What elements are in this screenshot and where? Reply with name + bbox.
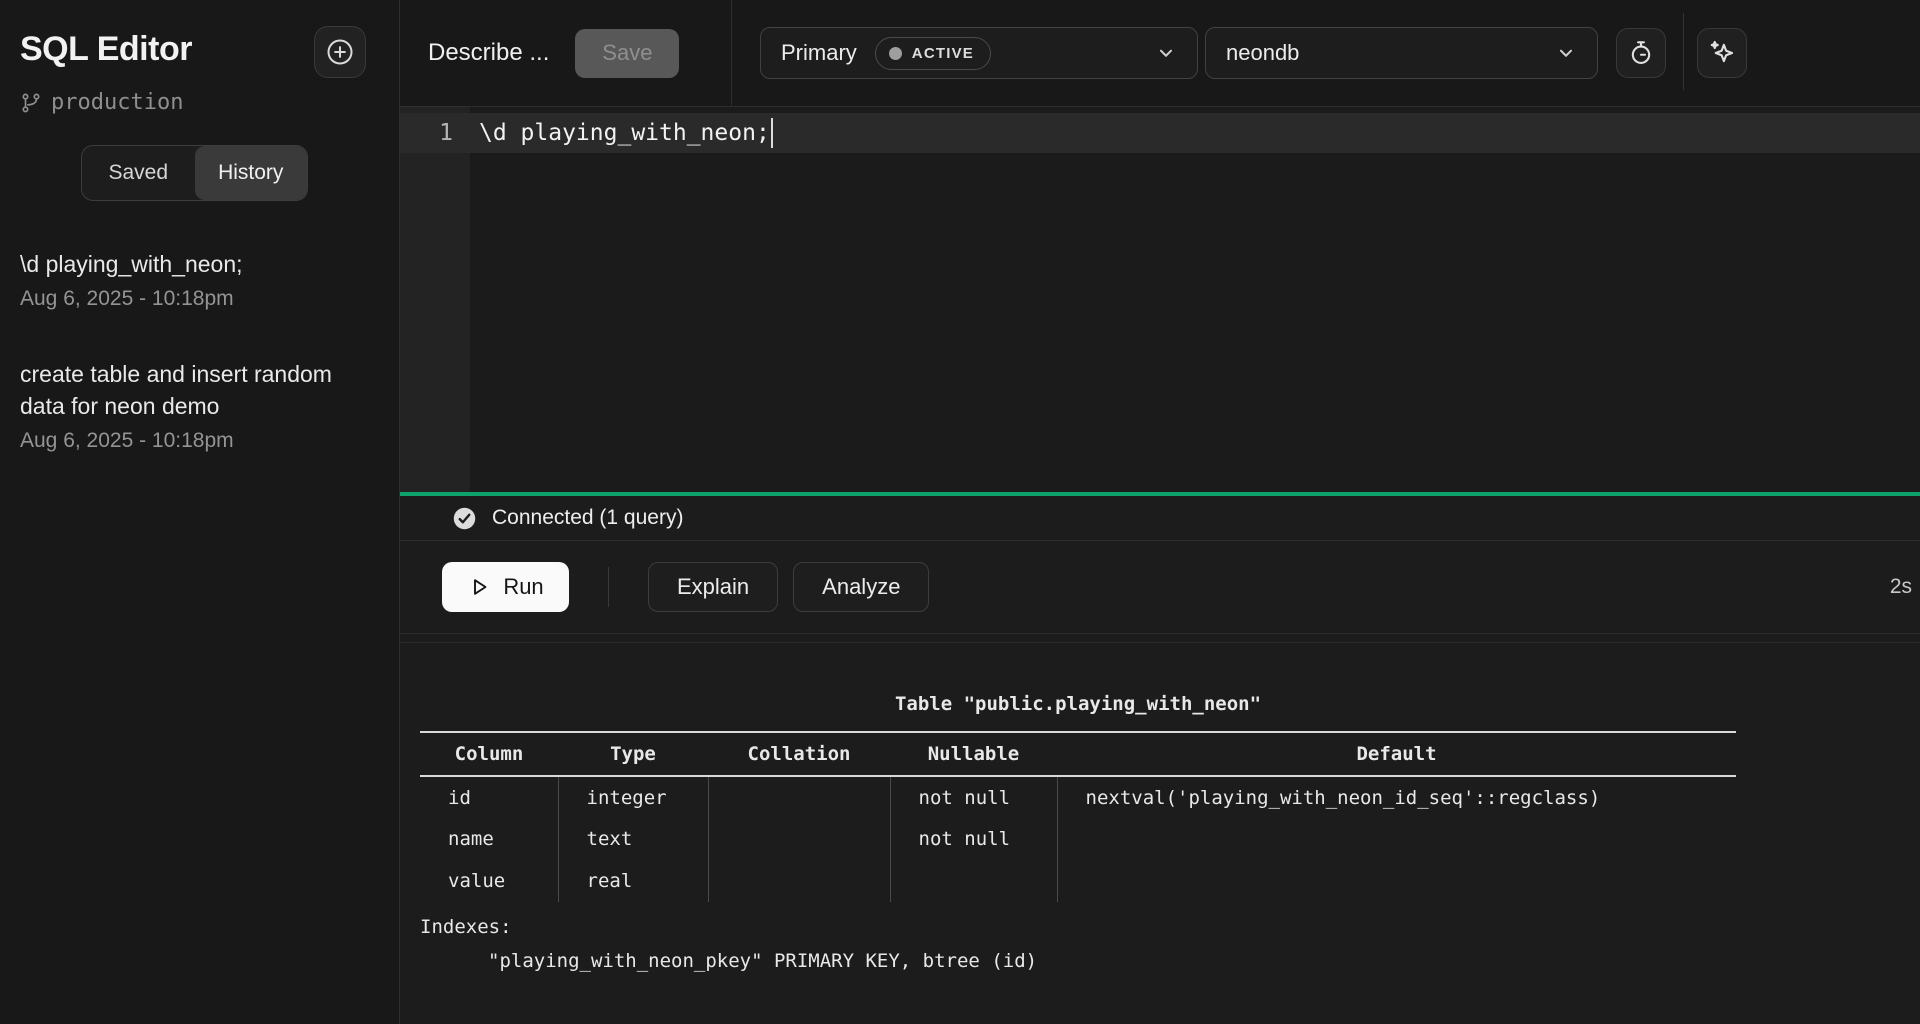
psql-output: Table "public.playing_with_neon" Column … — [420, 693, 1736, 972]
topbar-divider — [731, 0, 732, 106]
status-badge-label: ACTIVE — [912, 45, 974, 62]
column-header: Collation — [708, 732, 890, 776]
history-item-timestamp: Aug 6, 2025 - 10:18pm — [20, 429, 379, 453]
results-divider — [400, 634, 1920, 643]
branch-selector-value: Primary — [781, 40, 857, 66]
result-cell: integer — [558, 776, 708, 818]
database-selector-value: neondb — [1226, 40, 1299, 66]
query-timer-button[interactable] — [1616, 28, 1666, 78]
ai-assist-button[interactable] — [1697, 28, 1747, 78]
plus-circle-icon — [325, 37, 355, 67]
result-cell: text — [558, 818, 708, 860]
history-item-title: \d playing_with_neon; — [20, 248, 379, 281]
table-row: value real — [420, 860, 1736, 902]
result-cell: nextval('playing_with_neon_id_seq'::regc… — [1057, 776, 1736, 818]
column-header: Column — [420, 732, 558, 776]
result-cell — [708, 860, 890, 902]
play-icon — [467, 575, 491, 599]
editor-active-line[interactable]: 1 \d playing_with_neon; — [400, 113, 1920, 153]
column-header: Type — [558, 732, 708, 776]
result-cell — [1057, 860, 1736, 902]
text-cursor — [771, 118, 773, 148]
analyze-button[interactable]: Analyze — [793, 562, 929, 612]
saved-history-tabs: Saved History — [81, 145, 308, 201]
code-editor[interactable]: 1 \d playing_with_neon; — [400, 107, 1920, 492]
run-button[interactable]: Run — [442, 562, 569, 612]
result-cell: not null — [890, 818, 1057, 860]
toolbar-divider — [608, 567, 609, 607]
history-item-timestamp: Aug 6, 2025 - 10:18pm — [20, 287, 379, 311]
chevron-down-icon — [1555, 42, 1577, 64]
connection-statusbar: Connected (1 query) — [400, 496, 1920, 541]
column-header: Default — [1057, 732, 1736, 776]
database-selector[interactable]: neondb — [1205, 27, 1598, 79]
line-number: 1 — [400, 120, 470, 146]
main-panel: Describe ... Save Primary ACTIVE neondb — [400, 0, 1920, 1024]
branch-indicator: production — [0, 78, 399, 115]
sparkle-icon — [1707, 38, 1737, 68]
result-cell — [1057, 818, 1736, 860]
result-table: Column Type Collation Nullable Default i… — [420, 731, 1736, 902]
sql-editor-app: SQL Editor produc — [0, 0, 1920, 1024]
connection-status-text: Connected (1 query) — [492, 506, 683, 530]
code-text: \d playing_with_neon; — [470, 120, 770, 146]
result-header-row: Column Type Collation Nullable Default — [420, 732, 1736, 776]
branch-selector[interactable]: Primary ACTIVE — [760, 27, 1198, 79]
git-branch-icon — [20, 92, 42, 114]
chevron-down-icon — [1155, 42, 1177, 64]
run-button-label: Run — [503, 574, 543, 600]
indexes-label: Indexes: — [420, 916, 1736, 938]
table-row: name text not null — [420, 818, 1736, 860]
result-cell — [708, 818, 890, 860]
result-cell: name — [420, 818, 558, 860]
table-row: id integer not null nextval('playing_wit… — [420, 776, 1736, 818]
check-circle-icon — [452, 506, 477, 531]
result-cell — [890, 860, 1057, 902]
results-panel: Table "public.playing_with_neon" Column … — [400, 643, 1920, 1024]
topbar-right-divider — [1683, 13, 1684, 90]
sidebar-header: SQL Editor — [0, 0, 399, 78]
result-cell: id — [420, 776, 558, 818]
tab-saved[interactable]: Saved — [82, 146, 195, 200]
history-list-item[interactable]: \d playing_with_neon; Aug 6, 2025 - 10:1… — [20, 248, 379, 311]
new-query-button[interactable] — [314, 26, 366, 78]
query-duration: 2s — [1890, 575, 1912, 599]
tab-history[interactable]: History — [195, 146, 308, 200]
result-cell: not null — [890, 776, 1057, 818]
history-list: \d playing_with_neon; Aug 6, 2025 - 10:1… — [0, 248, 399, 453]
result-table-title: Table "public.playing_with_neon" — [420, 693, 1736, 715]
branch-name: production — [51, 90, 183, 115]
query-title: Describe ... — [428, 39, 549, 67]
editor-gutter — [400, 107, 470, 492]
sidebar: SQL Editor produc — [0, 0, 400, 1024]
history-item-title: create table and insert random data for … — [20, 358, 379, 423]
explain-button[interactable]: Explain — [648, 562, 778, 612]
stopwatch-icon — [1627, 39, 1655, 67]
history-list-item[interactable]: create table and insert random data for … — [20, 358, 379, 453]
page-title: SQL Editor — [20, 30, 192, 69]
column-header: Nullable — [890, 732, 1057, 776]
result-cell — [708, 776, 890, 818]
status-badge: ACTIVE — [875, 37, 991, 70]
topbar: Describe ... Save Primary ACTIVE neondb — [400, 0, 1920, 107]
query-toolbar: Run Explain Analyze 2s — [400, 541, 1920, 634]
index-entry: "playing_with_neon_pkey" PRIMARY KEY, bt… — [420, 950, 1736, 972]
save-button[interactable]: Save — [575, 29, 679, 78]
result-cell: real — [558, 860, 708, 902]
status-dot-icon — [889, 47, 902, 60]
result-cell: value — [420, 860, 558, 902]
